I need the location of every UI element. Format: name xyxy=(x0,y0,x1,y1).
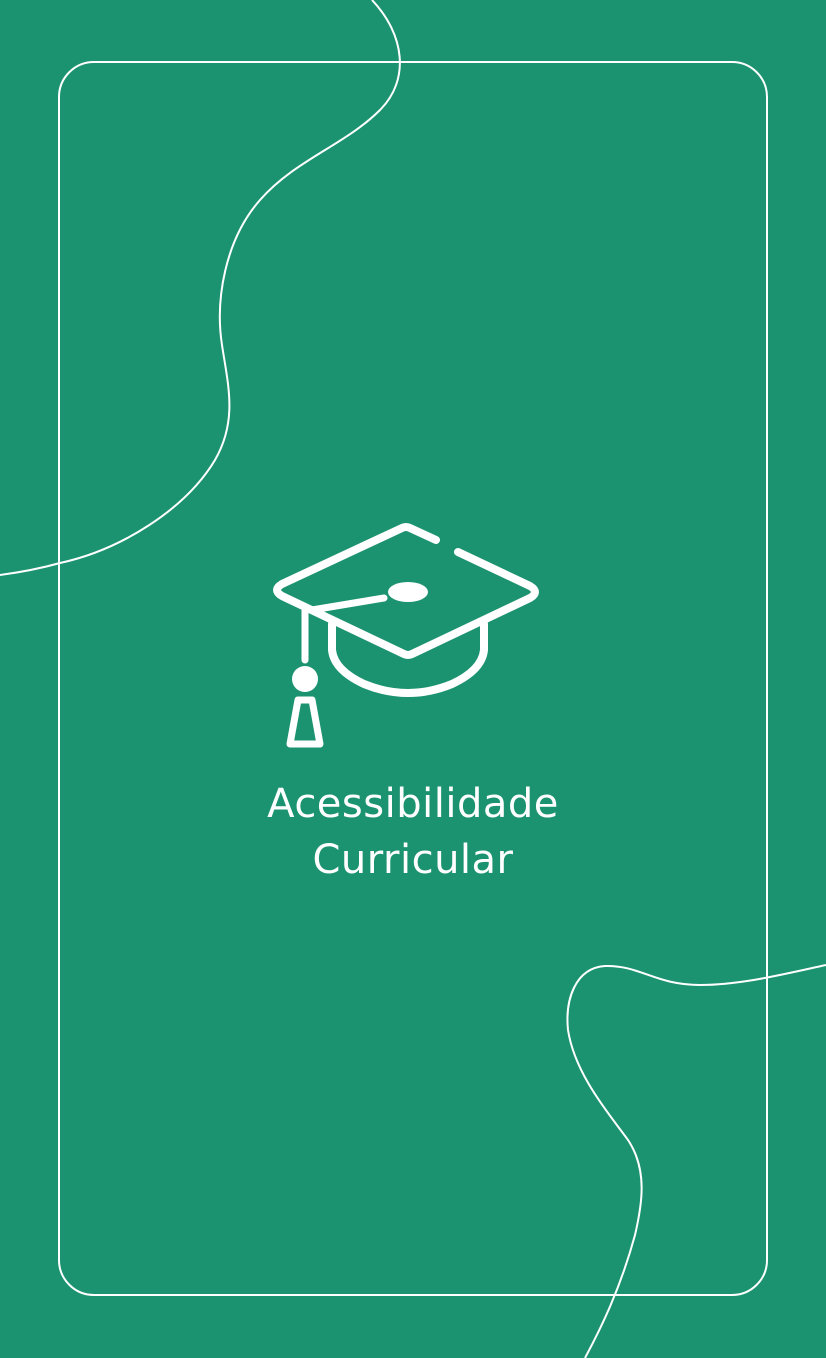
graduation-cap-icon xyxy=(273,523,539,748)
title-line-2: Curricular xyxy=(312,837,514,883)
splash-screen: Acessibilidade Curricular xyxy=(0,0,826,1358)
card-title: Acessibilidade Curricular xyxy=(213,776,613,888)
title-line-1: Acessibilidade xyxy=(267,781,559,827)
